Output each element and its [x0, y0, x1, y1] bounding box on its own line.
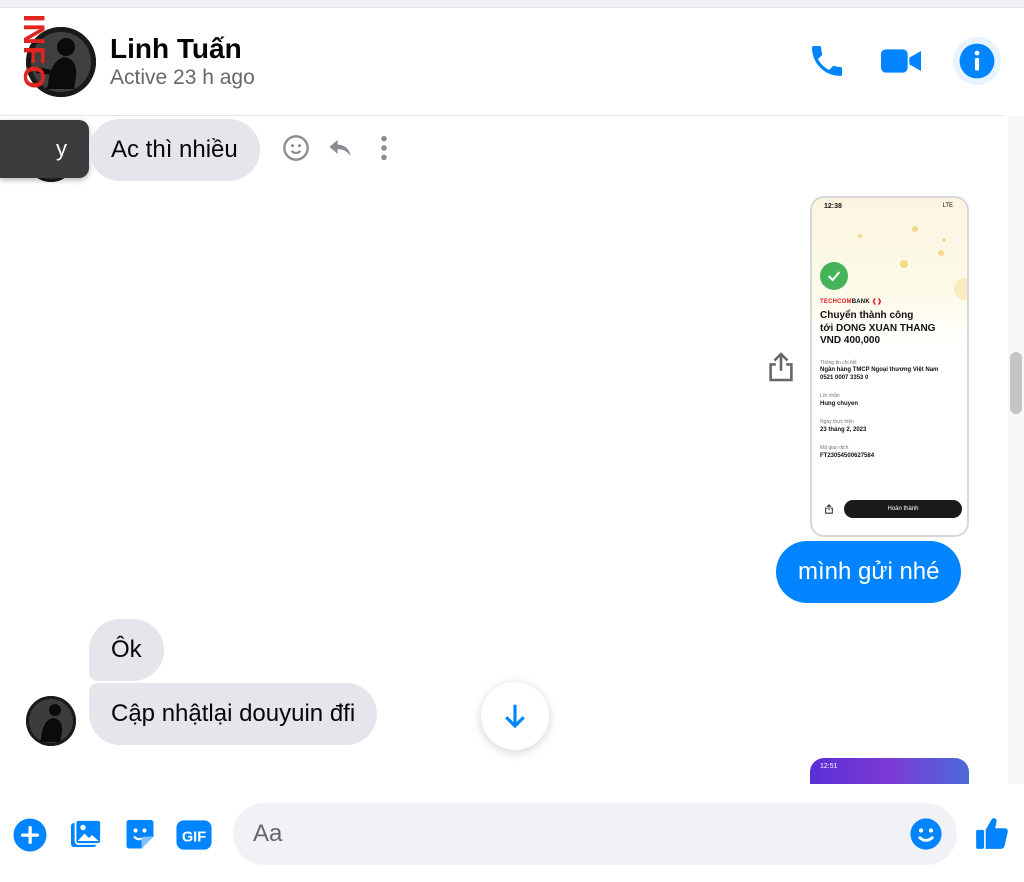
more-actions-button[interactable] — [11, 816, 49, 854]
attach-photo-button[interactable] — [67, 816, 105, 854]
phone-icon — [812, 46, 842, 76]
like-button[interactable] — [973, 814, 1011, 852]
contact-status: Active 23 h ago — [110, 66, 255, 89]
success-check-icon — [820, 262, 848, 290]
svg-text:GIF: GIF — [182, 830, 206, 846]
receipt-share-icon — [825, 504, 833, 514]
scroll-to-bottom-button[interactable] — [481, 682, 549, 750]
outgoing-message-bubble[interactable]: mình gửi nhé — [776, 541, 962, 603]
message-input[interactable] — [253, 803, 893, 865]
transfer-receipt-image[interactable]: 12:38 LTE TECHCOMBANK ❰❱ Chuyển thành cô… — [810, 196, 969, 537]
sticker-icon — [126, 820, 154, 849]
receipt-txn-label: Mã giao dịch — [820, 445, 849, 451]
message-scrollbar[interactable] — [1008, 116, 1024, 784]
sticker-button[interactable] — [121, 816, 159, 854]
video-camera-icon — [881, 49, 921, 73]
receipt-note-value: Hung chuyen — [820, 401, 859, 407]
message-input-container — [233, 803, 957, 865]
incoming-message-bubble[interactable]: Ac thì nhiều — [89, 119, 260, 181]
video-call-button[interactable] — [878, 38, 924, 84]
image-icon — [71, 819, 102, 847]
receipt-note-label: Lời nhắn — [820, 393, 840, 399]
receipt-info-label: Thông tin chi tiết — [820, 360, 857, 366]
info-icon — [959, 43, 995, 79]
receipt-date-label: Ngày thực hiện — [820, 419, 854, 425]
add-icon — [13, 818, 47, 852]
receipt-account-number: 0521 0007 3353 0 — [820, 375, 869, 381]
bank-logo: TECHCOMBANK ❰❱ — [820, 299, 883, 305]
receipt-date-value: 23 tháng 2, 2023 — [820, 427, 867, 433]
receipt-bank-name: Ngân hàng TMCP Ngoại thương Việt Nam — [820, 367, 939, 373]
messenger-app: INFO Linh Tuấn Active 23 h ago y 12:35 A… — [0, 0, 1024, 882]
voice-call-button[interactable] — [804, 38, 850, 84]
reply-icon — [329, 139, 351, 157]
thumbs-up-icon — [976, 818, 1008, 849]
share-image-button[interactable] — [764, 348, 798, 386]
top-strip — [0, 0, 1024, 8]
timestamp-tooltip: y 12:35 — [0, 120, 89, 178]
receipt-done-button: Hoàn thành — [844, 500, 962, 518]
smiley-icon — [283, 135, 309, 161]
receipt-title: Chuyển thành công tới DONG XUAN THANG VN… — [820, 310, 936, 346]
arrow-down-icon — [505, 704, 525, 729]
gif-button[interactable]: GIF — [175, 816, 213, 854]
react-button[interactable] — [280, 132, 312, 164]
scrollbar-thumb[interactable] — [1010, 352, 1022, 414]
chat-header: INFO Linh Tuấn Active 23 h ago — [0, 8, 1004, 116]
receipt-status-time: 12:38 — [824, 203, 842, 210]
second-image-time: 12:51 — [820, 763, 838, 770]
message-composer: GIF — [0, 784, 1024, 882]
second-screenshot-image[interactable]: 12:51 — [810, 758, 969, 784]
emoji-icon[interactable] — [909, 817, 943, 851]
more-options-button[interactable] — [368, 132, 400, 164]
conversation-info-button[interactable] — [953, 37, 1001, 85]
incoming-message-bubble[interactable]: Ôk — [89, 619, 164, 681]
receipt-status-network: LTE — [942, 203, 953, 209]
contact-name[interactable]: Linh Tuấn — [110, 33, 242, 65]
share-icon — [769, 352, 793, 382]
incoming-message-bubble[interactable]: Cập nhậtlại douyuin đfi — [89, 683, 378, 745]
gif-icon: GIF — [176, 820, 212, 850]
watermark-text: INFO — [17, 14, 50, 90]
message-list[interactable]: y 12:35 Ac thì nhiều 12:38 LTE — [0, 116, 1004, 784]
message-actions — [280, 132, 400, 164]
contact-avatar-small[interactable] — [26, 696, 76, 746]
more-vertical-icon — [381, 135, 387, 161]
reply-button[interactable] — [324, 132, 356, 164]
receipt-txn-value: FT23054500627584 — [820, 453, 875, 459]
